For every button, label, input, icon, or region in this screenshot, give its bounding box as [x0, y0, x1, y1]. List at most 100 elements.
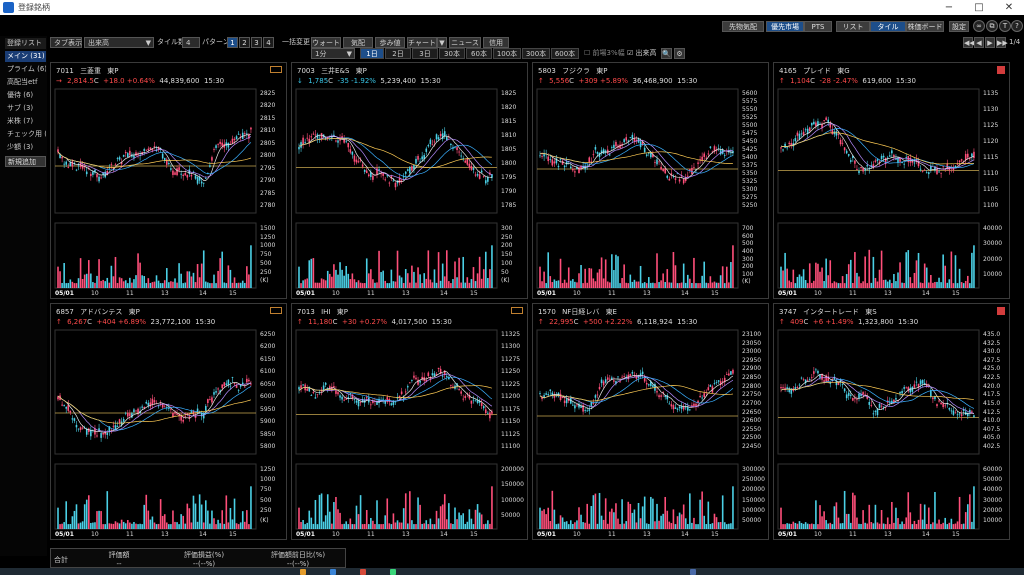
candle: [629, 374, 632, 376]
prev-page-icon[interactable]: ◀: [974, 37, 984, 48]
help-icon[interactable]: ?: [1011, 20, 1023, 32]
next-page-icon[interactable]: ▶: [985, 37, 995, 48]
pattern-3-button[interactable]: 3: [251, 37, 262, 48]
period-1d-button[interactable]: 1日: [360, 48, 384, 59]
stock-tile[interactable]: 5803 フジクラ 東P ↑ 5,556C +309 +5.89% 36,468…: [532, 62, 769, 299]
pattern-4-button[interactable]: 4: [263, 37, 274, 48]
volume-bar: [339, 262, 341, 288]
gear-icon[interactable]: ⚙: [674, 48, 685, 59]
volume-bar: [367, 273, 370, 288]
maximize-button[interactable]: □: [964, 0, 994, 15]
volume-bar: [672, 509, 675, 529]
interval-select[interactable]: 1分 ▼: [311, 48, 355, 59]
pts-button[interactable]: PTS: [804, 21, 832, 32]
volume-bar: [435, 282, 438, 288]
stock-tile[interactable]: 7011 三菱重 東P → 2,814.5C +18.0 +0.64% 44,8…: [50, 62, 287, 299]
tile-view-button[interactable]: タイル: [870, 21, 906, 32]
app-icon-green[interactable]: [390, 569, 396, 575]
zoom-icon[interactable]: 🔍: [661, 48, 672, 59]
add-list-button[interactable]: 新規追加: [5, 156, 46, 167]
tile-count-input[interactable]: 4: [182, 37, 200, 48]
volume-checkbox[interactable]: ☑ 出来高: [627, 48, 657, 59]
volume-bar: [969, 283, 971, 288]
period-600-button[interactable]: 600本: [551, 48, 579, 59]
watch-button[interactable]: ウォート: [311, 37, 341, 48]
candle: [298, 146, 300, 150]
volume-bar: [314, 282, 317, 288]
sidebar-item-yutai[interactable]: 優待 (6): [5, 90, 46, 101]
price-chart[interactable]: [774, 63, 1010, 299]
chart-button[interactable]: チャート: [407, 37, 437, 48]
period-2d-button[interactable]: 2日: [385, 48, 411, 59]
sort-select[interactable]: 出来高 ▼: [84, 37, 154, 48]
candle: [413, 375, 415, 378]
stock-tile[interactable]: 6857 アドバンテス 東P ↑ 6,267C +404 +6.89% 23,7…: [50, 303, 287, 540]
volume-bar: [129, 522, 131, 529]
copy-icon[interactable]: ⧉: [986, 20, 998, 32]
explorer-icon[interactable]: [300, 569, 306, 575]
sidebar-item-prime[interactable]: プライム (6): [5, 64, 46, 75]
news-button[interactable]: ニュース: [449, 37, 481, 48]
stock-tile[interactable]: 7013 IHI 東P ↑ 11,180C +30 +0.27% 4,017,5…: [291, 303, 528, 540]
price-chart[interactable]: [533, 304, 769, 540]
price-chart[interactable]: [51, 63, 287, 299]
period-60-button[interactable]: 60本: [466, 48, 492, 59]
quote-button[interactable]: 気配: [343, 37, 373, 48]
sidebar-item-main[interactable]: メイン (31): [5, 51, 46, 62]
stock-tile[interactable]: 1570 NF日経レバ 東E ↑ 22,995C +500 +2.22% 6,1…: [532, 303, 769, 540]
sidebar-item-check[interactable]: チェック用 (: [5, 129, 46, 140]
settings-button[interactable]: 設定: [949, 21, 969, 32]
period-30-button[interactable]: 30本: [439, 48, 465, 59]
stock-tile[interactable]: 3747 インタートレード 東S ↑ 409C +6 +1.49% 1,323,…: [773, 303, 1010, 540]
browser-icon[interactable]: [330, 569, 336, 575]
candle: [921, 170, 924, 172]
y-tick-label: 5900: [260, 418, 276, 426]
candle: [124, 412, 127, 414]
text-icon[interactable]: T: [999, 20, 1011, 32]
app-icon-active[interactable]: [690, 569, 696, 575]
close-button[interactable]: ✕: [994, 0, 1024, 15]
volume-bar: [650, 496, 652, 529]
volume-bar: [491, 486, 493, 529]
pattern-1-button[interactable]: 1: [227, 37, 238, 48]
candle: [782, 387, 784, 389]
chart-dropdown-icon[interactable]: ▼: [437, 37, 447, 48]
pattern-2-button[interactable]: 2: [239, 37, 250, 48]
candle: [613, 380, 615, 382]
sidebar-item-sub[interactable]: サブ (3): [5, 103, 46, 114]
minimize-button[interactable]: −: [934, 0, 964, 15]
futures-quote-button[interactable]: 先物気配: [722, 21, 764, 32]
last-page-icon[interactable]: ▶▶: [996, 37, 1008, 48]
tab-display-toggle[interactable]: タブ表示: [50, 37, 82, 48]
sidebar-item-small[interactable]: 少額 (3): [5, 142, 46, 153]
period-300-button[interactable]: 300本: [522, 48, 550, 59]
stock-board-button[interactable]: 株価ボード: [906, 21, 944, 32]
app-icon-red[interactable]: [360, 569, 366, 575]
candle: [343, 399, 345, 401]
sidebar-item-high-dividend[interactable]: 高配当etf: [5, 77, 46, 88]
period-100-button[interactable]: 100本: [493, 48, 521, 59]
period-3d-button[interactable]: 3日: [412, 48, 438, 59]
stock-tile[interactable]: 4165 プレイド 東G ↑ 1,104C -28 -2.47% 619,600…: [773, 62, 1010, 299]
priority-market-button[interactable]: 優先市場: [766, 21, 804, 32]
sidebar-item-us-stocks[interactable]: 米株 (7): [5, 116, 46, 127]
price-chart[interactable]: [292, 304, 528, 540]
candle: [588, 157, 591, 163]
stock-tile[interactable]: 7003 三井E&S 東P ↓ 1,785C -35 -1.92% 5,239,…: [291, 62, 528, 299]
candle: [425, 148, 428, 152]
morning-3pct-checkbox[interactable]: ☐ 前場3%幅: [584, 48, 625, 59]
volume-bar: [927, 507, 930, 529]
price-chart[interactable]: [533, 63, 769, 299]
candle: [604, 379, 607, 383]
y-tick-label: 422.5: [983, 374, 1001, 382]
volume-bar: [578, 507, 580, 529]
tick-button[interactable]: 歩み値: [375, 37, 405, 48]
link-icon[interactable]: ∞: [973, 20, 985, 32]
first-page-icon[interactable]: ◀◀: [963, 37, 975, 48]
margin-button[interactable]: 信用: [483, 37, 509, 48]
price-chart[interactable]: [774, 304, 1010, 540]
price-chart[interactable]: [292, 63, 528, 299]
list-view-button[interactable]: リスト: [836, 21, 870, 32]
volume-bar: [73, 510, 76, 529]
price-chart[interactable]: [51, 304, 287, 540]
